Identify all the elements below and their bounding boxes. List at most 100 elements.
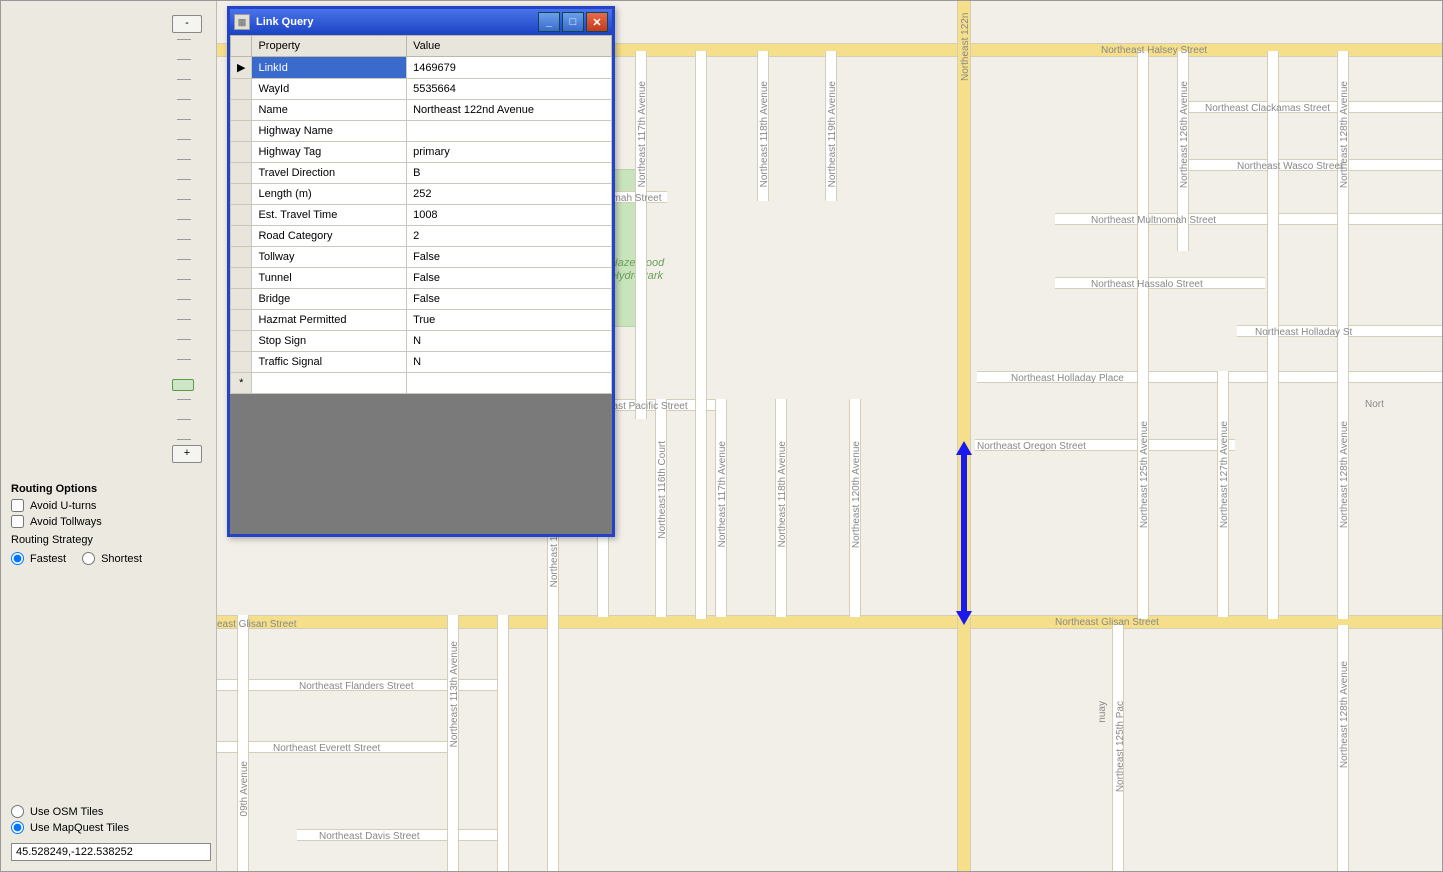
new-row-indicator: * [231,373,252,394]
cell-property[interactable]: Tollway [252,247,407,268]
use-mapquest-radio[interactable] [11,821,24,834]
street-label: Northeast Davis Street [319,831,420,842]
row-indicator [231,121,252,142]
use-osm-option[interactable]: Use OSM Tiles [11,805,206,818]
street-label: Northeast Holladay St [1255,327,1352,338]
cell-property[interactable]: Highway Name [252,121,407,142]
grid-row[interactable]: Stop SignN [231,331,612,352]
shortest-label: Shortest [101,553,142,565]
cell-value[interactable]: B [407,163,612,184]
fastest-radio[interactable] [11,552,24,565]
avoid-uturns-checkbox[interactable] [11,499,24,512]
close-button[interactable]: ✕ [586,12,608,32]
cell-value[interactable]: N [407,331,612,352]
cell-property[interactable]: Length (m) [252,184,407,205]
column-property[interactable]: Property [252,36,407,57]
zoom-out-button[interactable]: - [172,15,202,33]
street-label: Northeast 119th Avenue [827,81,838,187]
row-indicator [231,268,252,289]
cell-value[interactable]: False [407,289,612,310]
avoid-tollways-checkbox[interactable] [11,515,24,528]
use-osm-radio[interactable] [11,805,24,818]
grid-row[interactable]: BridgeFalse [231,289,612,310]
cell-value[interactable]: False [407,247,612,268]
cell-value[interactable]: primary [407,142,612,163]
cell-value[interactable]: True [407,310,612,331]
link-query-dialog[interactable]: ▦ Link Query _ □ ✕ Property Value ▶LinkI… [227,6,615,537]
cell-property[interactable]: Traffic Signal [252,352,407,373]
row-indicator [231,184,252,205]
cell-property[interactable]: LinkId [252,57,407,79]
cell-value[interactable]: 252 [407,184,612,205]
zoom-handle[interactable] [172,379,194,391]
grid-row[interactable]: TunnelFalse [231,268,612,289]
zoom-panel: - + [7,7,210,471]
grid-row[interactable]: TollwayFalse [231,247,612,268]
grid-row[interactable]: Est. Travel Time1008 [231,205,612,226]
property-grid[interactable]: Property Value ▶LinkId1469679WayId553566… [230,35,612,394]
zoom-in-button[interactable]: + [172,445,202,463]
grid-row[interactable]: Travel DirectionB [231,163,612,184]
use-mapquest-option[interactable]: Use MapQuest Tiles [11,821,206,834]
grid-new-row[interactable]: * [231,373,612,394]
avoid-tollways-option[interactable]: Avoid Tollways [11,515,206,528]
fastest-option[interactable]: Fastest [11,552,66,565]
street-label: Northeast 125th Avenue [1139,421,1150,528]
grid-row[interactable]: Highway Tagprimary [231,142,612,163]
street-label: Northeast Halsey Street [1101,45,1207,56]
zoom-slider[interactable] [180,39,188,439]
shortest-option[interactable]: Shortest [82,552,142,565]
cell-value[interactable]: 2 [407,226,612,247]
strategy-label: Routing Strategy [11,534,206,546]
grid-row[interactable]: ▶LinkId1469679 [231,57,612,79]
cell-property[interactable] [252,373,407,394]
grid-row[interactable]: Traffic SignalN [231,352,612,373]
dialog-icon: ▦ [234,14,250,30]
cell-property[interactable]: Highway Tag [252,142,407,163]
cell-property[interactable]: Stop Sign [252,331,407,352]
street-label: Northeast Clackamas Street [1205,103,1330,114]
grid-row[interactable]: NameNortheast 122nd Avenue [231,100,612,121]
column-value[interactable]: Value [407,36,612,57]
avoid-uturns-label: Avoid U-turns [30,500,96,512]
row-indicator [231,310,252,331]
cell-property[interactable]: Est. Travel Time [252,205,407,226]
cell-property[interactable]: Road Category [252,226,407,247]
cell-property[interactable]: WayId [252,79,407,100]
dialog-title: Link Query [256,16,313,28]
avoid-uturns-option[interactable]: Avoid U-turns [11,499,206,512]
cell-value[interactable]: 5535664 [407,79,612,100]
road-122nd [957,1,971,871]
selected-link [961,449,967,617]
street-label: Northeast 122n [960,1,971,81]
cell-property[interactable]: Tunnel [252,268,407,289]
cell-property[interactable]: Name [252,100,407,121]
cell-value[interactable] [407,373,612,394]
minimize-button[interactable]: _ [538,12,560,32]
cell-value[interactable]: Northeast 122nd Avenue [407,100,612,121]
road [237,615,249,871]
cell-value[interactable]: 1469679 [407,57,612,79]
street-label: Northeast 117th Avenue [717,441,728,547]
grid-empty-area [230,394,612,534]
coordinates-input[interactable] [11,843,211,861]
road [1137,51,1149,619]
grid-row[interactable]: Hazmat PermittedTrue [231,310,612,331]
grid-row[interactable]: Highway Name [231,121,612,142]
grid-row[interactable]: Length (m)252 [231,184,612,205]
use-osm-label: Use OSM Tiles [30,806,103,818]
grid-row[interactable]: WayId5535664 [231,79,612,100]
cell-property[interactable]: Hazmat Permitted [252,310,407,331]
dialog-titlebar[interactable]: ▦ Link Query _ □ ✕ [230,9,612,35]
cell-property[interactable]: Travel Direction [252,163,407,184]
maximize-button[interactable]: □ [562,12,584,32]
cell-value[interactable]: N [407,352,612,373]
grid-corner [231,36,252,57]
cell-value[interactable] [407,121,612,142]
grid-row[interactable]: Road Category2 [231,226,612,247]
cell-property[interactable]: Bridge [252,289,407,310]
row-indicator [231,100,252,121]
cell-value[interactable]: False [407,268,612,289]
shortest-radio[interactable] [82,552,95,565]
cell-value[interactable]: 1008 [407,205,612,226]
